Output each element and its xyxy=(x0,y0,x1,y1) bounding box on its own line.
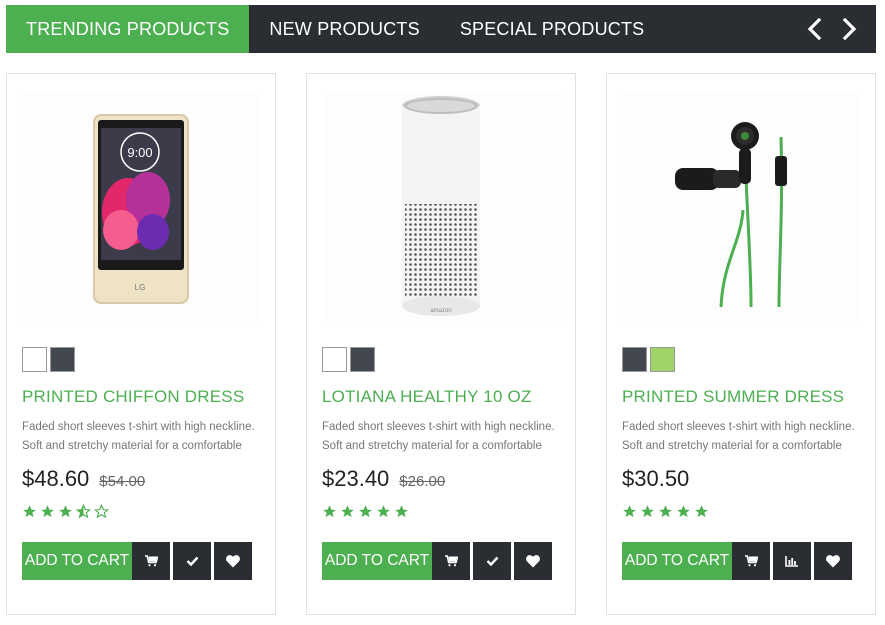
product-card: 9:00 LG PRINTED CHIFFON DRESS Faded shor… xyxy=(6,73,276,615)
star-empty-icon xyxy=(94,504,109,519)
product-image-smartphone[interactable]: 9:00 LG xyxy=(23,92,261,326)
check-icon[interactable] xyxy=(173,542,211,580)
star-full-icon xyxy=(41,505,54,518)
tab-label: SPECIAL PRODUCTS xyxy=(459,18,645,39)
heart-icon[interactable] xyxy=(214,542,252,580)
add-to-cart-button[interactable]: ADD TO CART xyxy=(22,542,132,580)
star-full-icon xyxy=(377,505,390,518)
rating-stars xyxy=(322,504,409,519)
next-arrow-icon[interactable] xyxy=(836,9,864,49)
star-full-icon xyxy=(341,505,354,518)
heart-icon[interactable] xyxy=(814,542,852,580)
product-price: $48.60 xyxy=(22,466,90,491)
prev-arrow-icon[interactable] xyxy=(800,9,828,49)
star-full-icon xyxy=(323,505,336,518)
tab-trending-products[interactable]: TRENDING PRODUCTS xyxy=(6,5,250,53)
color-swatch[interactable] xyxy=(22,347,47,372)
product-description: Faded short sleeves t-shirt with high ne… xyxy=(622,421,855,452)
color-swatch[interactable] xyxy=(322,347,347,372)
tab-special-products[interactable]: SPECIAL PRODUCTS xyxy=(440,5,665,53)
star-full-icon xyxy=(695,505,708,518)
rating-stars xyxy=(622,504,709,519)
star-full-icon xyxy=(677,505,690,518)
product-actions: ADD TO CART xyxy=(622,542,852,580)
star-full-icon xyxy=(23,505,36,518)
product-name[interactable]: PRINTED SUMMER DRESS xyxy=(622,387,862,407)
product-actions: ADD TO CART xyxy=(22,542,252,580)
product-card: PRINTED SUMMER DRESS Faded short sleeves… xyxy=(606,73,876,615)
product-image-smart-speaker[interactable]: amazon xyxy=(323,92,561,326)
product-old-price: $26.00 xyxy=(399,473,446,490)
carousel-arrows xyxy=(800,5,876,53)
price-block: $48.60 $54.00 xyxy=(22,466,145,492)
color-swatch[interactable] xyxy=(50,347,75,372)
tab-label: TRENDING PRODUCTS xyxy=(26,18,230,39)
price-block: $23.40 $26.00 xyxy=(322,466,445,492)
bar-chart-icon[interactable] xyxy=(773,542,811,580)
star-full-icon xyxy=(623,505,636,518)
star-full-icon xyxy=(359,505,372,518)
price-block: $30.50 xyxy=(622,466,689,492)
product-description: Faded short sleeves t-shirt with high ne… xyxy=(322,421,555,452)
product-tabs-bar: TRENDING PRODUCTS NEW PRODUCTS SPECIAL P… xyxy=(6,5,876,53)
product-old-price: $54.00 xyxy=(99,473,146,490)
tab-label: NEW PRODUCTS xyxy=(269,18,420,39)
heart-icon[interactable] xyxy=(514,542,552,580)
cart-icon[interactable] xyxy=(432,542,470,580)
check-icon[interactable] xyxy=(473,542,511,580)
svg-text:LG: LG xyxy=(135,283,146,292)
add-to-cart-button[interactable]: ADD TO CART xyxy=(322,542,432,580)
color-swatch[interactable] xyxy=(650,347,675,372)
color-swatch[interactable] xyxy=(350,347,375,372)
rating-stars xyxy=(22,504,109,519)
product-card: amazon LOTIANA HEALTHY 10 OZ Faded short… xyxy=(306,73,576,615)
product-name[interactable]: PRINTED CHIFFON DRESS xyxy=(22,387,262,407)
product-description: Faded short sleeves t-shirt with high ne… xyxy=(22,421,255,452)
product-name[interactable]: LOTIANA HEALTHY 10 OZ xyxy=(322,387,562,407)
product-price: $23.40 xyxy=(322,466,390,491)
star-full-icon xyxy=(395,505,408,518)
cart-icon[interactable] xyxy=(132,542,170,580)
color-swatch[interactable] xyxy=(622,347,647,372)
product-actions: ADD TO CART xyxy=(322,542,552,580)
color-swatches xyxy=(22,347,75,372)
svg-text:9:00: 9:00 xyxy=(127,145,152,160)
svg-text:amazon: amazon xyxy=(430,308,451,314)
star-full-icon xyxy=(59,505,72,518)
star-half-icon xyxy=(76,504,91,519)
tab-new-products[interactable]: NEW PRODUCTS xyxy=(249,5,439,53)
product-image-earphones[interactable] xyxy=(623,92,861,326)
product-price: $30.50 xyxy=(622,466,690,491)
cart-icon[interactable] xyxy=(732,542,770,580)
star-full-icon xyxy=(641,505,654,518)
star-full-icon xyxy=(659,505,672,518)
color-swatches xyxy=(622,347,675,372)
color-swatches xyxy=(322,347,375,372)
add-to-cart-button[interactable]: ADD TO CART xyxy=(622,542,732,580)
